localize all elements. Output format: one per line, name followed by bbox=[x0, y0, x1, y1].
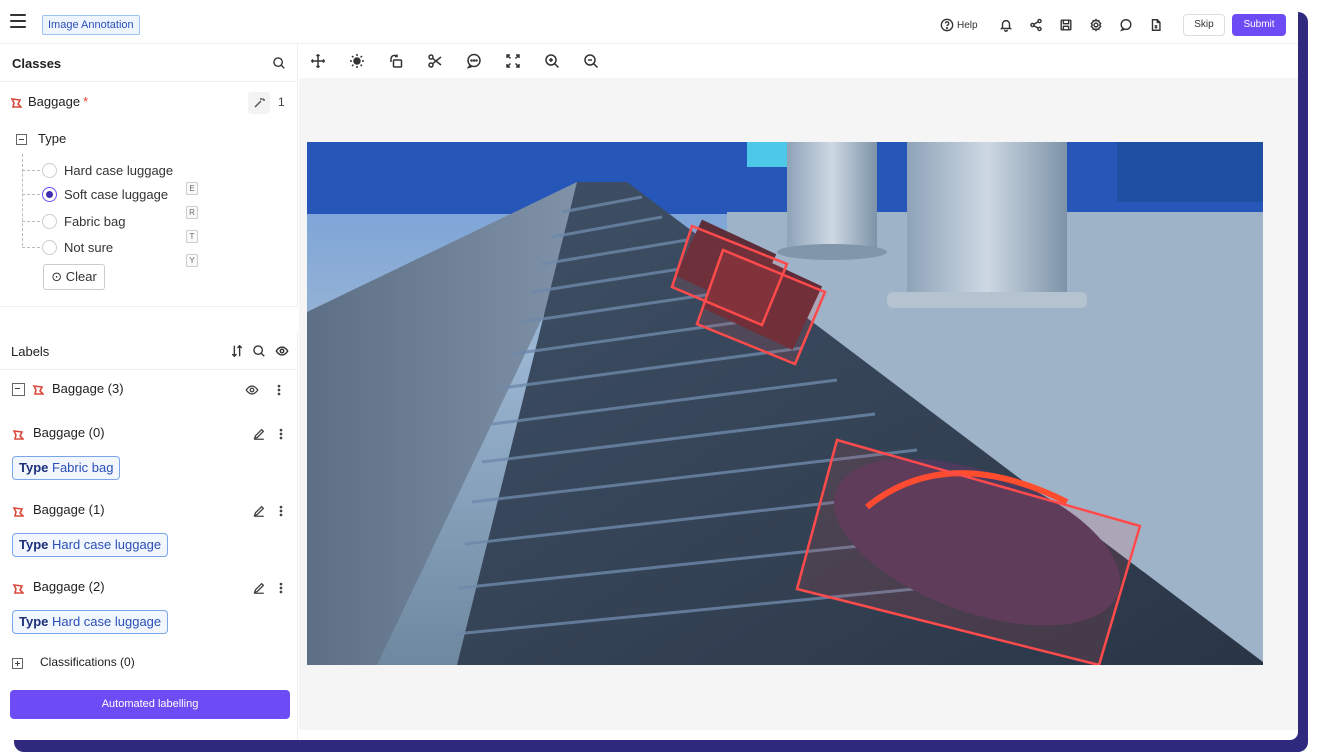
zoom-out-icon[interactable] bbox=[582, 52, 600, 70]
skip-button[interactable]: Skip bbox=[1183, 14, 1225, 36]
fit-screen-icon[interactable] bbox=[504, 52, 522, 70]
class-row-baggage[interactable]: Baggage * 1 bbox=[10, 92, 290, 114]
attribute-chip[interactable]: Type Fabric bag bbox=[12, 456, 121, 480]
more-options-icon[interactable] bbox=[274, 427, 288, 441]
label-name: Baggage (2) bbox=[33, 579, 105, 594]
label-item[interactable]: Baggage (1) bbox=[12, 501, 292, 521]
move-icon[interactable] bbox=[309, 52, 327, 70]
app-window: Image Annotation Help Skip Submit Classe… bbox=[0, 0, 1298, 740]
brightness-icon[interactable] bbox=[348, 52, 366, 70]
search-icon[interactable] bbox=[272, 56, 286, 70]
tree-branch bbox=[22, 170, 40, 171]
hotkey-badge: E bbox=[186, 182, 198, 195]
option-soft-case-luggage[interactable]: Soft case luggage bbox=[22, 185, 212, 205]
polygon-class-icon bbox=[12, 428, 25, 440]
settings-gear-icon[interactable] bbox=[1088, 17, 1104, 33]
chat-icon[interactable] bbox=[1118, 17, 1134, 33]
option-hard-case-luggage[interactable]: Hard case luggage bbox=[22, 161, 212, 181]
scissors-icon[interactable] bbox=[426, 52, 444, 70]
attribute-chip[interactable]: Type Hard case luggage bbox=[12, 610, 169, 634]
comment-icon[interactable] bbox=[465, 52, 483, 70]
help-icon bbox=[940, 18, 954, 32]
option-label: Fabric bag bbox=[64, 214, 126, 229]
page-title: Image Annotation bbox=[42, 15, 140, 35]
eye-icon[interactable] bbox=[245, 383, 259, 397]
edit-pencil-icon[interactable] bbox=[252, 504, 266, 518]
labels-header: Labels bbox=[0, 332, 298, 370]
help-button[interactable]: Help bbox=[940, 18, 978, 32]
label-name: Baggage (1) bbox=[33, 502, 105, 517]
submit-button[interactable]: Submit bbox=[1232, 14, 1286, 36]
label-item[interactable]: Baggage (2) bbox=[12, 578, 292, 598]
edit-pencil-icon[interactable] bbox=[252, 581, 266, 595]
collapse-icon[interactable] bbox=[12, 383, 25, 396]
automated-labelling-button[interactable]: Automated labelling bbox=[10, 690, 290, 719]
option-label: Hard case luggage bbox=[64, 163, 174, 178]
polygon-class-icon bbox=[10, 96, 23, 108]
top-actions: Help bbox=[940, 15, 1178, 35]
more-options-icon[interactable] bbox=[274, 504, 288, 518]
option-not-sure[interactable]: Not sure bbox=[22, 238, 212, 258]
save-icon[interactable] bbox=[1058, 17, 1074, 33]
collapse-icon[interactable] bbox=[16, 134, 27, 145]
radio-soft-case-luggage[interactable] bbox=[42, 187, 57, 202]
sort-icon[interactable] bbox=[230, 344, 244, 358]
classes-header: Classes bbox=[0, 44, 298, 82]
option-label: Soft case luggage bbox=[64, 187, 169, 202]
clear-button[interactable]: ⊙ Clear bbox=[43, 264, 105, 290]
label-item[interactable]: Baggage (0) bbox=[12, 424, 292, 444]
zoom-in-icon[interactable] bbox=[543, 52, 561, 70]
eye-icon[interactable] bbox=[275, 344, 289, 358]
radio-fabric-bag[interactable] bbox=[42, 214, 57, 229]
polygon-class-icon bbox=[12, 582, 25, 594]
baggage-carousel-image[interactable] bbox=[307, 142, 1263, 665]
attribute-name: Type bbox=[38, 131, 67, 146]
classifications-label: Classifications (0) bbox=[40, 655, 135, 669]
more-options-icon[interactable] bbox=[274, 581, 288, 595]
expand-icon[interactable] bbox=[12, 658, 23, 669]
menu-icon[interactable] bbox=[10, 14, 26, 28]
hotkey-badge: R bbox=[186, 206, 198, 219]
classes-title: Classes bbox=[12, 56, 62, 71]
hotkey-badge: T bbox=[186, 230, 198, 243]
section-divider bbox=[0, 306, 298, 332]
label-group-baggage[interactable]: Baggage (3) bbox=[10, 380, 290, 400]
option-label: Not sure bbox=[64, 240, 114, 255]
clear-label: Clear bbox=[65, 269, 97, 284]
group-label: Baggage (3) bbox=[52, 381, 124, 396]
more-options-icon[interactable] bbox=[272, 383, 286, 397]
sidebar: Classes Baggage * 1 Type Hard case lugga… bbox=[0, 44, 298, 740]
attribute-chip[interactable]: Type Hard case luggage bbox=[12, 533, 169, 557]
magic-wand-icon[interactable] bbox=[248, 92, 270, 114]
tree-branch bbox=[22, 194, 40, 195]
label-name: Baggage (0) bbox=[33, 425, 105, 440]
search-icon[interactable] bbox=[252, 344, 266, 358]
canvas-toolbar bbox=[299, 44, 1298, 78]
class-name: Baggage * bbox=[28, 94, 89, 109]
hotkey-badge: Y bbox=[186, 254, 198, 267]
scene-illustration bbox=[307, 142, 1263, 665]
annotation-canvas[interactable] bbox=[299, 78, 1298, 730]
labels-title: Labels bbox=[11, 344, 50, 359]
radio-hard-case-luggage[interactable] bbox=[42, 163, 57, 178]
class-count: 1 bbox=[278, 95, 285, 109]
share-icon[interactable] bbox=[1028, 17, 1044, 33]
option-fabric-bag[interactable]: Fabric bag bbox=[22, 212, 212, 232]
polygon-class-icon bbox=[12, 505, 25, 517]
notification-bell-icon[interactable] bbox=[998, 17, 1014, 33]
radio-not-sure[interactable] bbox=[42, 240, 57, 255]
tree-branch bbox=[22, 221, 40, 222]
help-label: Help bbox=[957, 19, 978, 31]
tree-branch bbox=[22, 247, 40, 248]
edit-pencil-icon[interactable] bbox=[252, 427, 266, 441]
polygon-class-icon bbox=[32, 383, 45, 395]
top-bar: Image Annotation Help Skip Submit bbox=[0, 0, 1298, 44]
rotate-icon[interactable] bbox=[387, 52, 405, 70]
document-icon[interactable] bbox=[1148, 17, 1164, 33]
